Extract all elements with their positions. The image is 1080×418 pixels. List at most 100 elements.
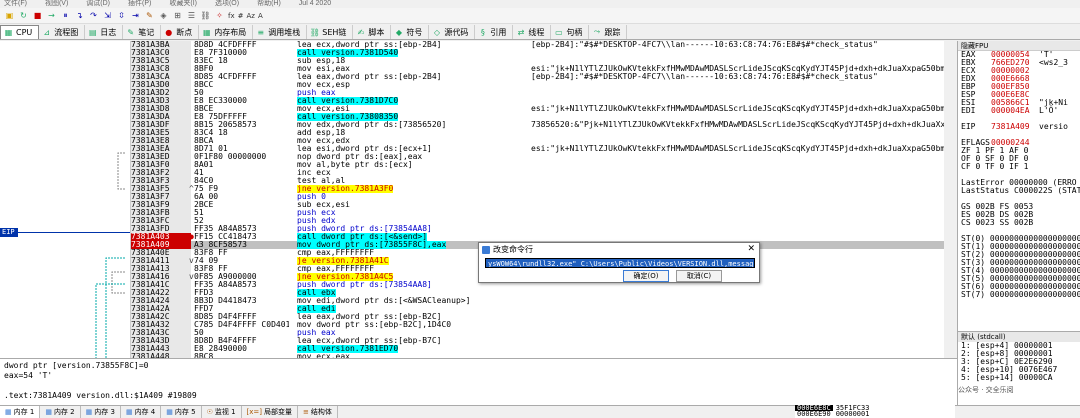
disasm-row[interactable]: 7381A3F5 ^ 75 F9 jne version.7381A3F0	[131, 185, 944, 193]
disasm-row[interactable]: 7381A43D 8D8D B4F4FFFF lea ecx,dword ptr s…	[131, 337, 944, 345]
disasm-row[interactable]: 7381A3D8 8BCE mov ecx,esi esi:"jk+N1lYTlZJU…	[131, 105, 944, 113]
menu-item[interactable]: Jul 4 2020	[299, 0, 331, 7]
bottom-tab-3[interactable]: ▦ 内存 4	[121, 406, 162, 418]
disasm-row[interactable]: 7381A3FB 51 push ecx	[131, 209, 944, 217]
register-line[interactable]: LastStatus C000022S (STAT	[958, 187, 1080, 195]
tab-4[interactable]: ● 断点	[161, 25, 200, 39]
disasm-row[interactable]: 7381A42A FFD7 call edi	[131, 305, 944, 313]
bottom-tab-5[interactable]: ☉ 监视 1	[202, 406, 242, 418]
stack-arg-line[interactable]: 5: [esp+14] 00000CA	[958, 374, 1080, 382]
disasm-row[interactable]: 7381A3DA E8 75DFFFFF call version.73808350	[131, 113, 944, 121]
tab-7[interactable]: ⛓ SEH链	[307, 25, 354, 39]
menu-item[interactable]: 收藏夹(I)	[169, 0, 197, 7]
register-line[interactable]: CS 0023 SS 002B	[958, 219, 1080, 227]
disasm-row[interactable]: 7381A3DF 8B15 20658573 mov edx,dword ptr d…	[131, 121, 944, 129]
bottom-tab-2[interactable]: ▦ 内存 3	[81, 406, 121, 418]
bookmark-icon[interactable]: ✧	[214, 10, 225, 21]
disasm-row[interactable]: 7381A3C8 8BF0 mov esi,eax esi:"jk+N1lYTlZJU…	[131, 65, 944, 73]
restart-icon[interactable]: ↻	[18, 10, 29, 21]
disassembly-view[interactable]: 7381A3BA 8D8D 4CFDFFFF lea ecx,dword ptr s…	[131, 41, 944, 358]
trace-into-icon[interactable]: ⇲	[102, 10, 113, 21]
disasm-row[interactable]: 7381A3F0 8A01 mov al,byte ptr ds:[ecx]	[131, 161, 944, 169]
disasm-row[interactable]: 7381A3ED 0F1F80 00000000 nop dword ptr ds:…	[131, 153, 944, 161]
bottom-tab-7[interactable]: ≡ 结构体	[298, 406, 338, 418]
link-icon[interactable]: ⛓	[200, 10, 211, 21]
run-icon[interactable]: →	[46, 10, 57, 21]
tab-10[interactable]: ◇ 源代码	[429, 25, 476, 39]
disasm-row[interactable]: 7381A403 ● FF15 CC418473 call dword ptr ds:…	[131, 233, 944, 241]
disasm-row[interactable]: 7381A443 E8 28490000 call version.7381ED70	[131, 345, 944, 353]
tab-8[interactable]: ✍ 脚本	[353, 25, 392, 39]
lock-icon[interactable]: ◈	[158, 10, 169, 21]
register-line[interactable]: ST(7) 0000000000000000000	[958, 291, 1080, 299]
disasm-row[interactable]: 7381A3F2 41 inc ecx	[131, 169, 944, 177]
menu-item[interactable]: 视图(V)	[45, 0, 68, 7]
bytes-cell: 8BF0	[194, 65, 214, 73]
disasm-row[interactable]: 7381A3F3 84C0 test al,al	[131, 177, 944, 185]
patch-icon[interactable]: ✎	[144, 10, 155, 21]
tab-11[interactable]: § 引用	[475, 25, 514, 39]
disasm-row[interactable]: 7381A3FD FF35 A84A8573 push dword ptr ds:[…	[131, 225, 944, 233]
tab-13[interactable]: ▭ 句柄	[551, 25, 590, 39]
disasm-row[interactable]: 7381A3D2 50 push eax	[131, 89, 944, 97]
menu-item[interactable]: 帮助(H)	[257, 0, 281, 7]
tab-6[interactable]: ≡ 调用堆栈	[253, 25, 308, 39]
disasm-row[interactable]: 7381A3BA 8D8D 4CFDFFFF lea ecx,dword ptr s…	[131, 41, 944, 49]
tab-3[interactable]: ✎ 笔记	[123, 25, 162, 39]
register-line[interactable]: CF 0 TF 0 IF 1	[958, 163, 1080, 171]
disasm-row[interactable]: 7381A3E8 8BCA mov ecx,edx	[131, 137, 944, 145]
disasm-row[interactable]: 7381A3E5 83C4 18 add esp,18	[131, 129, 944, 137]
disasm-row[interactable]: 7381A3F7 6A 00 push 0	[131, 193, 944, 201]
register-line[interactable]: EIP 7381A409 versio	[958, 123, 1080, 131]
register-line[interactable]: EDI 000004EA L'Ö'	[958, 107, 1080, 115]
disasm-row[interactable]: 7381A3EA 8D71 01 lea esi,dword ptr ds:[ecx…	[131, 145, 944, 153]
disasm-row[interactable]: 7381A42C 8D85 D4F4FFFF lea eax,dword ptr s…	[131, 313, 944, 321]
instruction-cell: push ecx	[297, 209, 521, 217]
disasm-row[interactable]: 7381A3CA 8D85 4CFDFFFF lea eax,dword ptr s…	[131, 73, 944, 81]
disasm-row[interactable]: 7381A3D3 E8 EC330000 call version.7381D7C0	[131, 97, 944, 105]
bottom-tab-4[interactable]: ▦ 内存 5	[161, 406, 202, 418]
close-icon[interactable]: ✕	[747, 244, 755, 254]
menu-item[interactable]: 选项(O)	[215, 0, 239, 7]
toolbar-hash[interactable]: #	[238, 12, 244, 20]
disasm-row[interactable]: 7381A424 8B3D D4418473 mov edi,dword ptr d…	[131, 297, 944, 305]
disasm-row[interactable]: 7381A3C5 83EC 18 sub esp,18	[131, 57, 944, 65]
menu-item[interactable]: 调试(D)	[86, 0, 110, 7]
registers-panel[interactable]: 隐藏FPU EAX 00000054 'T' EBX 766ED270 <ws2_3 ECX…	[957, 41, 1080, 331]
tab-2[interactable]: ▤ 日志	[85, 25, 124, 39]
run-to-user-icon[interactable]: ⇥	[130, 10, 141, 21]
ok-button[interactable]: 确定(O)	[623, 270, 669, 282]
tab-5[interactable]: ▦ 内存布局	[199, 25, 254, 39]
menu-item[interactable]: 插件(P)	[128, 0, 151, 7]
step-over-icon[interactable]: ↷	[88, 10, 99, 21]
cancel-button[interactable]: 取消(C)	[676, 270, 722, 282]
bottom-tab-6[interactable]: [x=] 局部变量	[242, 406, 299, 418]
trace-over-icon[interactable]: ⇳	[116, 10, 127, 21]
disasm-row[interactable]: 7381A422 FFD3 call ebx	[131, 289, 944, 297]
grid-icon[interactable]: ⊞	[172, 10, 183, 21]
command-line-input[interactable]: ysWOW64\rundll32.exe" C:\Users\Public\Vi…	[485, 258, 755, 268]
toolbar-az[interactable]: Az	[246, 12, 254, 20]
tab-1[interactable]: ⊿ 流程图	[39, 25, 86, 39]
tab-0[interactable]: ▦ CPU	[0, 25, 40, 39]
list-icon[interactable]: ☰	[186, 10, 197, 21]
step-into-icon[interactable]: ↴	[74, 10, 85, 21]
disasm-row[interactable]: 7381A3C0 E8 7F310000 call version.7381D540	[131, 49, 944, 57]
menu-item[interactable]: 文件(F)	[4, 0, 27, 7]
tab-9[interactable]: ◆ 符号	[391, 25, 430, 39]
toolbar-fx[interactable]: fx	[228, 12, 235, 20]
disasm-row[interactable]: 7381A3FC 52 push edx	[131, 217, 944, 225]
tab-14[interactable]: ⤳ 跟踪	[589, 25, 628, 39]
bottom-tab-1[interactable]: ▦ 内存 2	[40, 406, 81, 418]
bottom-tab-0[interactable]: ▦ 内存 1	[0, 406, 41, 418]
tab-12[interactable]: ⇄ 线程	[513, 25, 552, 39]
disasm-row[interactable]: 7381A3F9 2BCE sub ecx,esi	[131, 201, 944, 209]
disasm-row[interactable]: 7381A3D0 8BCC mov ecx,esp	[131, 81, 944, 89]
stack-view-preview[interactable]: 000E6E8C 35F1FC33 000E6E90 00000001	[795, 405, 955, 418]
toolbar-a[interactable]: A	[258, 12, 263, 20]
disasm-row[interactable]: 7381A43C 50 push eax	[131, 329, 944, 337]
pause-icon[interactable]: ⏸	[60, 10, 71, 21]
open-icon[interactable]: ▣	[4, 10, 15, 21]
close-icon[interactable]: ■	[32, 10, 43, 21]
disasm-row[interactable]: 7381A432 C785 D4F4FFFF C0D4010 mov dword p…	[131, 321, 944, 329]
